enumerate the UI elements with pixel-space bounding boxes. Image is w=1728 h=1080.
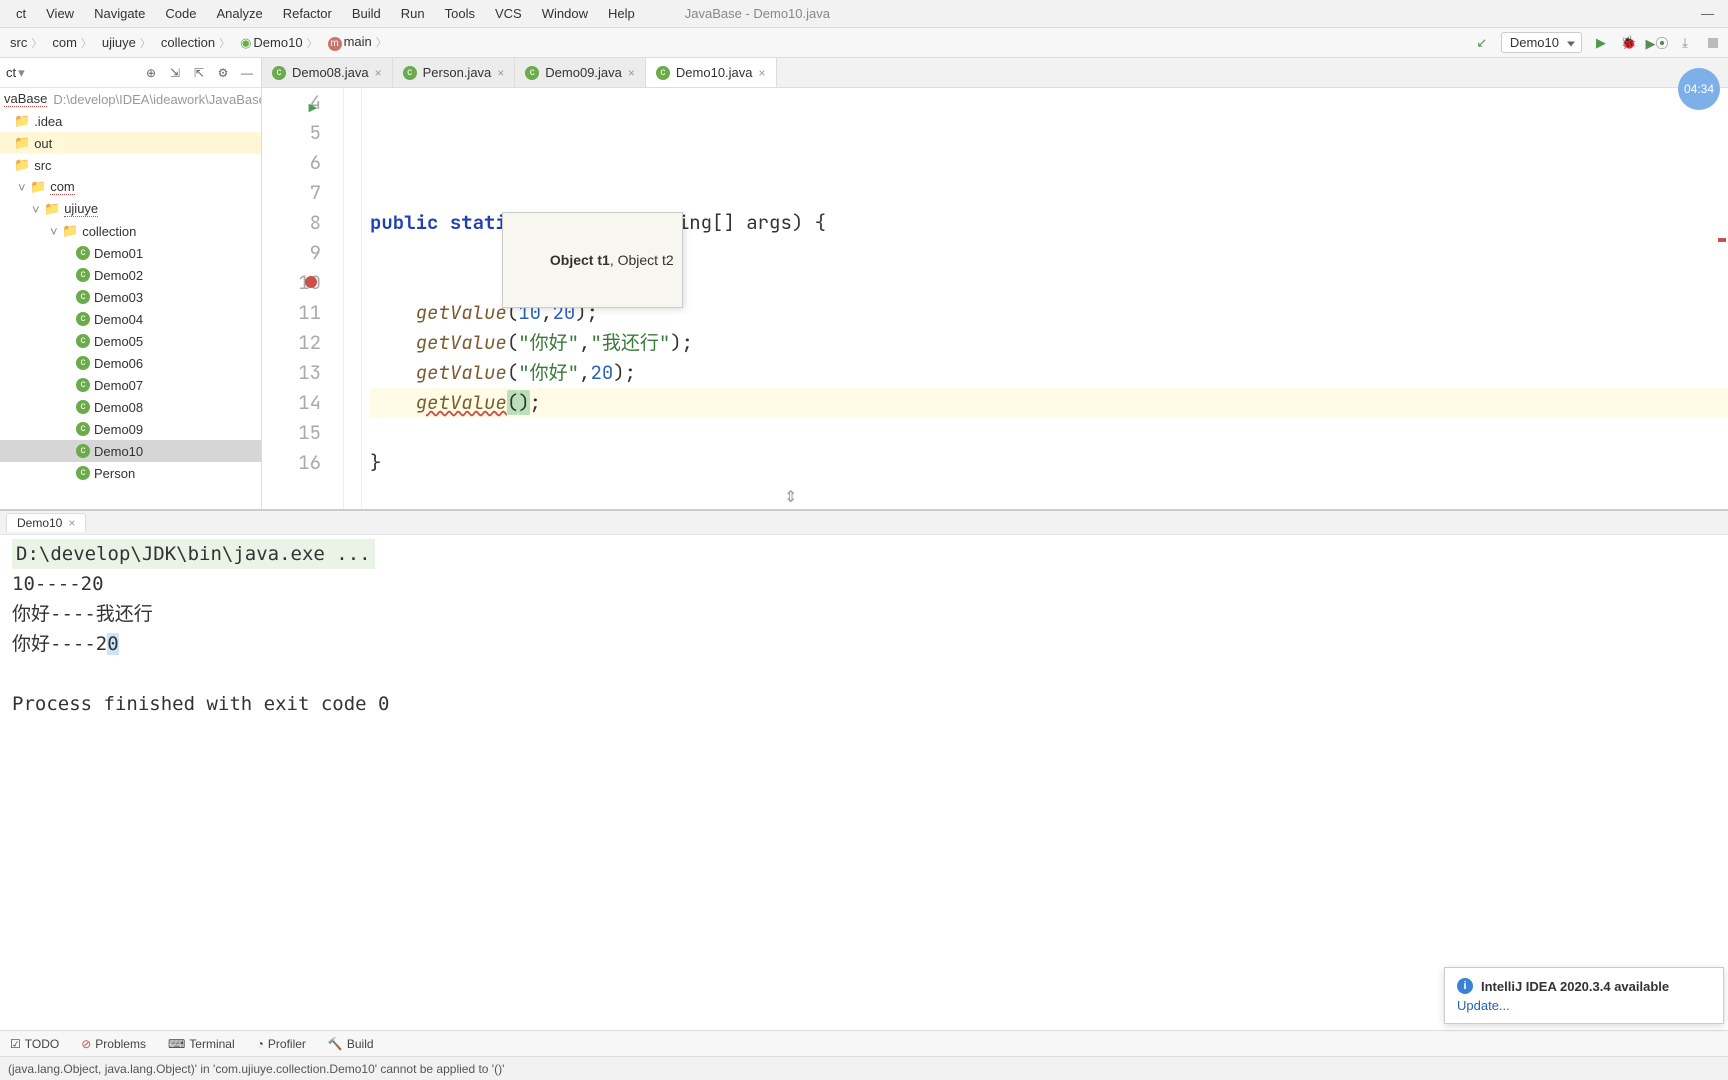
console-output[interactable]: D:\develop\JDK\bin\java.exe ...10----20你…	[0, 535, 1728, 835]
menu-navigate[interactable]: Navigate	[84, 2, 155, 25]
crumb-ujiuye[interactable]: ujiuye	[98, 33, 157, 53]
run-config-dropdown[interactable]: Demo10	[1501, 32, 1582, 53]
tree-root[interactable]: vaBase D:\develop\IDEA\ideawork\JavaBase	[0, 88, 261, 110]
line-number-gutter[interactable]: 4▶5678910111213141516	[262, 88, 344, 509]
tree-demo10[interactable]: cDemo10	[0, 440, 261, 462]
project-header-label[interactable]: ct	[6, 65, 16, 80]
notification-title: IntelliJ IDEA 2020.3.4 available	[1481, 979, 1669, 994]
tab-demo10[interactable]: cDemo10.java×	[646, 58, 777, 87]
minimize-icon[interactable]: —	[1701, 6, 1714, 21]
menu-refactor[interactable]: Refactor	[273, 2, 342, 25]
gear-icon[interactable]: ⚙	[215, 65, 231, 81]
fold-strip[interactable]	[344, 88, 362, 509]
run-toolbar: ↙ Demo10 ▶ 🐞 ▶⦿ ⤓	[1473, 32, 1722, 53]
menu-window[interactable]: Window	[532, 2, 598, 25]
menu-run[interactable]: Run	[391, 2, 435, 25]
bottom-tool-bar: ☑TODO ⊘Problems ⌨Terminal ◔Profiler 🔨Bui…	[0, 1030, 1728, 1056]
tab-demo08[interactable]: cDemo08.java×	[262, 58, 393, 87]
tree-ujiuye[interactable]: ˅📁ujiuye	[0, 198, 261, 220]
tool-todo[interactable]: ☑TODO	[10, 1037, 59, 1051]
menu-bar: ct View Navigate Code Analyze Refactor B…	[0, 0, 1728, 28]
navigation-bar: src com ujiuye collection ◉Demo10 mmain …	[0, 28, 1728, 58]
tab-demo09[interactable]: cDemo09.java×	[515, 58, 646, 87]
status-bar: (java.lang.Object, java.lang.Object)' in…	[0, 1056, 1728, 1080]
hide-icon[interactable]: —	[239, 65, 255, 81]
tool-problems[interactable]: ⊘Problems	[81, 1037, 146, 1051]
parameter-info-popup: Object t1, Object t2	[502, 212, 683, 308]
project-tree[interactable]: vaBase D:\develop\IDEA\ideawork\JavaBase…	[0, 88, 261, 484]
build-icon[interactable]: ↙	[1473, 34, 1491, 52]
tree-demo04[interactable]: cDemo04	[0, 308, 261, 330]
tree-out[interactable]: 📁out	[0, 132, 261, 154]
tool-build[interactable]: 🔨Build	[328, 1037, 374, 1051]
error-stripe-mark[interactable]	[1718, 238, 1726, 242]
tree-collection[interactable]: ˅📁collection	[0, 220, 261, 242]
tree-idea[interactable]: 📁.idea	[0, 110, 261, 132]
editor-area: cDemo08.java× cPerson.java× cDemo09.java…	[262, 58, 1728, 509]
tab-person[interactable]: cPerson.java×	[393, 58, 516, 87]
coverage-icon[interactable]: ▶⦿	[1648, 34, 1666, 52]
stop-icon[interactable]	[1704, 34, 1722, 52]
run-tab-demo10[interactable]: Demo10×	[6, 513, 86, 532]
update-notification[interactable]: i IntelliJ IDEA 2020.3.4 available Updat…	[1444, 967, 1724, 1024]
window-title: JavaBase - Demo10.java	[685, 6, 830, 21]
project-header: ct ▾ ⊕ ⇲ ⇱ ⚙ —	[0, 58, 261, 88]
info-icon: i	[1457, 978, 1473, 994]
tree-demo07[interactable]: cDemo07	[0, 374, 261, 396]
code-editor[interactable]: 4▶5678910111213141516 Object t1, Object …	[262, 88, 1728, 509]
run-tab-bar: Demo10×	[0, 511, 1728, 535]
crumb-com[interactable]: com	[48, 33, 98, 53]
tool-profiler[interactable]: ◔Profiler	[257, 1037, 306, 1051]
tree-demo05[interactable]: cDemo05	[0, 330, 261, 352]
status-message: (java.lang.Object, java.lang.Object)' in…	[8, 1062, 504, 1076]
debug-icon[interactable]: 🐞	[1620, 34, 1638, 52]
menu-ct[interactable]: ct	[6, 2, 36, 25]
run-icon[interactable]: ▶	[1592, 34, 1610, 52]
menu-help[interactable]: Help	[598, 2, 645, 25]
tree-demo09[interactable]: cDemo09	[0, 418, 261, 440]
crumb-src[interactable]: src	[6, 33, 48, 53]
tree-demo01[interactable]: cDemo01	[0, 242, 261, 264]
attach-icon[interactable]: ⤓	[1676, 34, 1694, 52]
crumb-collection[interactable]: collection	[157, 33, 236, 53]
vertical-resize-handle[interactable]: ⇕	[784, 487, 797, 507]
close-icon[interactable]: ×	[497, 66, 504, 80]
tree-person[interactable]: cPerson	[0, 462, 261, 484]
crumb-class[interactable]: ◉Demo10	[236, 33, 323, 53]
menu-tools[interactable]: Tools	[435, 2, 485, 25]
tool-terminal[interactable]: ⌨Terminal	[168, 1037, 235, 1051]
tree-com[interactable]: ˅📁com	[0, 176, 261, 198]
close-icon[interactable]: ×	[375, 66, 382, 80]
update-link[interactable]: Update...	[1457, 998, 1711, 1013]
menu-build[interactable]: Build	[342, 2, 391, 25]
select-opened-file-icon[interactable]: ⊕	[143, 65, 159, 81]
close-icon[interactable]: ×	[68, 516, 75, 530]
menu-analyze[interactable]: Analyze	[206, 2, 272, 25]
run-tool-window: Demo10× D:\develop\JDK\bin\java.exe ...1…	[0, 510, 1728, 835]
close-icon[interactable]: ×	[759, 66, 766, 80]
collapse-all-icon[interactable]: ⇱	[191, 65, 207, 81]
tree-demo06[interactable]: cDemo06	[0, 352, 261, 374]
close-icon[interactable]: ×	[628, 66, 635, 80]
tree-src[interactable]: 📁src	[0, 154, 261, 176]
tree-demo03[interactable]: cDemo03	[0, 286, 261, 308]
menu-code[interactable]: Code	[155, 2, 206, 25]
menu-view[interactable]: View	[36, 2, 84, 25]
tree-demo08[interactable]: cDemo08	[0, 396, 261, 418]
expand-all-icon[interactable]: ⇲	[167, 65, 183, 81]
menu-vcs[interactable]: VCS	[485, 2, 532, 25]
presentation-badge[interactable]: 04:34	[1678, 68, 1720, 110]
project-tool-window: ct ▾ ⊕ ⇲ ⇱ ⚙ — vaBase D:\develop\IDEA\id…	[0, 58, 262, 509]
editor-tab-bar: cDemo08.java× cPerson.java× cDemo09.java…	[262, 58, 1728, 88]
crumb-method[interactable]: mmain	[324, 32, 393, 53]
window-controls: —	[1701, 6, 1722, 21]
tree-demo02[interactable]: cDemo02	[0, 264, 261, 286]
